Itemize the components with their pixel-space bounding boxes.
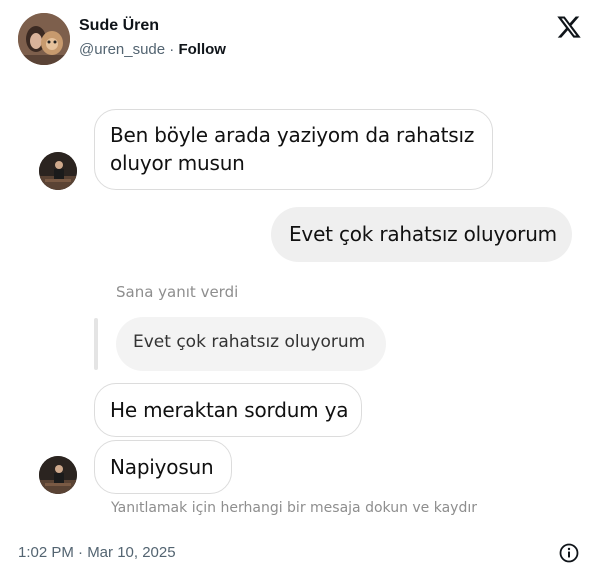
- author-handle[interactable]: @uren_sude: [79, 41, 165, 58]
- sender-avatar[interactable]: [39, 152, 77, 190]
- quoted-message[interactable]: Evet çok rahatsız oluyorum: [116, 317, 386, 371]
- info-icon[interactable]: [559, 543, 579, 563]
- author-avatar[interactable]: [18, 13, 70, 65]
- tweet-timestamp[interactable]: 1:02 PM · Mar 10, 2025: [18, 544, 176, 561]
- author-name[interactable]: Sude Üren: [79, 17, 159, 35]
- message-text: Evet çok rahatsız oluyorum: [289, 222, 557, 246]
- separator: ·: [169, 41, 175, 58]
- message-text: Napiyosun: [110, 455, 214, 479]
- message-bubble-2[interactable]: Evet çok rahatsız oluyorum: [271, 207, 572, 262]
- tweet-header: Sude Üren @uren_sude · Follow: [0, 0, 600, 80]
- reply-notice: Sana yanıt verdi: [116, 283, 239, 301]
- swipe-hint: Yanıtlamak için herhangi bir mesaja doku…: [111, 500, 478, 516]
- x-logo-icon[interactable]: [556, 14, 582, 40]
- reply-indicator-bar: [94, 318, 98, 370]
- message-bubble-4[interactable]: Napiyosun: [94, 440, 232, 494]
- sender-avatar[interactable]: [39, 456, 77, 494]
- message-text: He meraktan sordum ya: [110, 398, 349, 422]
- message-line: oluyor musun: [110, 151, 245, 175]
- handle-row: @uren_sude · Follow: [79, 41, 226, 58]
- message-bubble-3[interactable]: He meraktan sordum ya: [94, 383, 362, 437]
- message-line: Ben böyle arada yaziyom da rahatsız: [110, 123, 475, 147]
- message-bubble-1[interactable]: Ben böyle arada yaziyom da rahatsız oluy…: [94, 109, 493, 190]
- follow-button[interactable]: Follow: [178, 41, 226, 58]
